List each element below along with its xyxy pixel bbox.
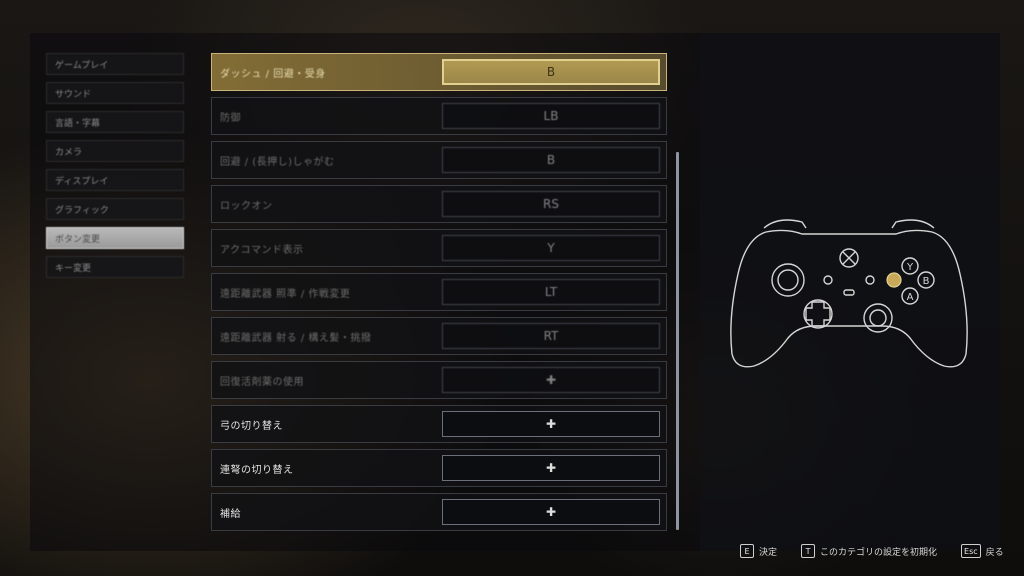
reset-key: T bbox=[801, 544, 816, 558]
back-key: Esc bbox=[961, 544, 981, 558]
reset-hint[interactable]: T このカテゴリの設定を初期化 bbox=[801, 544, 937, 558]
binding-label: 補給 bbox=[220, 508, 241, 520]
face-button-y: Y bbox=[906, 262, 914, 273]
menu-item-language-subtitles[interactable]: 言語・字幕 bbox=[46, 111, 184, 133]
footer-hints: E 決定 T このカテゴリの設定を初期化 Esc 戻る bbox=[740, 544, 1004, 558]
binding-label: 防御 bbox=[220, 112, 241, 124]
binding-slot[interactable]: ✚ bbox=[442, 367, 660, 393]
binding-row[interactable]: 遠距離武器 射る / 構え髪・挑撥 RT bbox=[211, 317, 667, 355]
binding-row[interactable]: 連弩の切り替え ✚ bbox=[211, 449, 667, 487]
face-button-a: A bbox=[907, 292, 914, 303]
binding-row[interactable]: 防御 LB bbox=[211, 97, 667, 135]
binding-label: ロックオン bbox=[220, 200, 273, 212]
menu-item-gameplay[interactable]: ゲームプレイ bbox=[46, 53, 184, 75]
dpad-left-icon: ✚ bbox=[545, 461, 557, 475]
binding-slot[interactable]: ✚ bbox=[442, 499, 660, 525]
dpad-icon: ✚ bbox=[545, 373, 557, 387]
dpad-down-icon: ✚ bbox=[545, 505, 557, 519]
button-lb-icon: LB bbox=[543, 109, 559, 123]
button-b-icon: B bbox=[546, 65, 556, 79]
binding-label: 連弩の切り替え bbox=[220, 464, 294, 476]
back-hint[interactable]: Esc 戻る bbox=[961, 544, 1004, 558]
button-y-icon: Y bbox=[547, 241, 555, 255]
binding-row[interactable]: 回避 / (長押し)しゃがむ B bbox=[211, 141, 667, 179]
button-rs-icon: RS bbox=[543, 197, 559, 211]
menu-item-key-config[interactable]: キー変更 bbox=[46, 256, 184, 278]
binding-label: 弓の切り替え bbox=[220, 420, 283, 432]
dpad-right-icon: ✚ bbox=[545, 417, 557, 431]
button-lt-icon: LT bbox=[544, 285, 558, 299]
controller-icon: Y B A bbox=[730, 219, 968, 368]
binding-row[interactable]: アクコマンド表示 Y bbox=[211, 229, 667, 267]
binding-row[interactable]: 回復活剤薬の使用 ✚ bbox=[211, 361, 667, 399]
binding-label: アクコマンド表示 bbox=[220, 244, 304, 256]
button-b-icon: B bbox=[546, 153, 556, 167]
binding-label: 遠距離武器 照準 / 作戦変更 bbox=[220, 288, 351, 300]
binding-row[interactable]: 遠距離武器 照準 / 作戦変更 LT bbox=[211, 273, 667, 311]
binding-label: 遠距離武器 射る / 構え髪・挑撥 bbox=[220, 332, 372, 344]
binding-slot[interactable]: RS bbox=[442, 191, 660, 217]
binding-label: 回復活剤薬の使用 bbox=[220, 376, 304, 388]
binding-slot[interactable]: ✚ bbox=[442, 411, 660, 437]
binding-slot[interactable]: LT bbox=[442, 279, 660, 305]
binding-label: ダッシュ / 回避・受身 bbox=[220, 68, 326, 80]
confirm-hint[interactable]: E 決定 bbox=[740, 544, 777, 558]
menu-item-sound[interactable]: サウンド bbox=[46, 82, 184, 104]
category-menu: ゲームプレイ サウンド 言語・字幕 カメラ ディスプレイ グラフィック ボタン変… bbox=[46, 53, 184, 285]
binding-slot[interactable]: B bbox=[442, 147, 660, 173]
reset-label: このカテゴリの設定を初期化 bbox=[820, 547, 938, 558]
binding-slot[interactable]: LB bbox=[442, 103, 660, 129]
face-button-b: B bbox=[923, 276, 930, 287]
confirm-label: 決定 bbox=[759, 547, 778, 558]
binding-slot[interactable]: RT bbox=[442, 323, 660, 349]
binding-slot[interactable]: ✚ bbox=[442, 455, 660, 481]
binding-label: 回避 / (長押し)しゃがむ bbox=[220, 156, 335, 168]
binding-list: ダッシュ / 回避・受身 B 防御 LB 回避 / (長押し)しゃがむ B ロッ… bbox=[211, 53, 667, 537]
binding-row[interactable]: 弓の切り替え ✚ bbox=[211, 405, 667, 443]
menu-item-display[interactable]: ディスプレイ bbox=[46, 169, 184, 191]
back-label: 戻る bbox=[985, 547, 1004, 558]
menu-item-button-config[interactable]: ボタン変更 bbox=[46, 227, 184, 249]
list-scrollbar[interactable] bbox=[676, 152, 679, 530]
menu-item-graphics[interactable]: グラフィック bbox=[46, 198, 184, 220]
binding-row[interactable]: ダッシュ / 回避・受身 B bbox=[211, 53, 667, 91]
button-rt-icon: RT bbox=[543, 329, 559, 343]
menu-item-camera[interactable]: カメラ bbox=[46, 140, 184, 162]
binding-row[interactable]: ロックオン RS bbox=[211, 185, 667, 223]
binding-slot[interactable]: Y bbox=[442, 235, 660, 261]
binding-slot[interactable]: B bbox=[442, 59, 660, 85]
confirm-key: E bbox=[740, 544, 754, 558]
binding-row[interactable]: 補給 ✚ bbox=[211, 493, 667, 531]
highlight-button-icon bbox=[886, 272, 902, 288]
